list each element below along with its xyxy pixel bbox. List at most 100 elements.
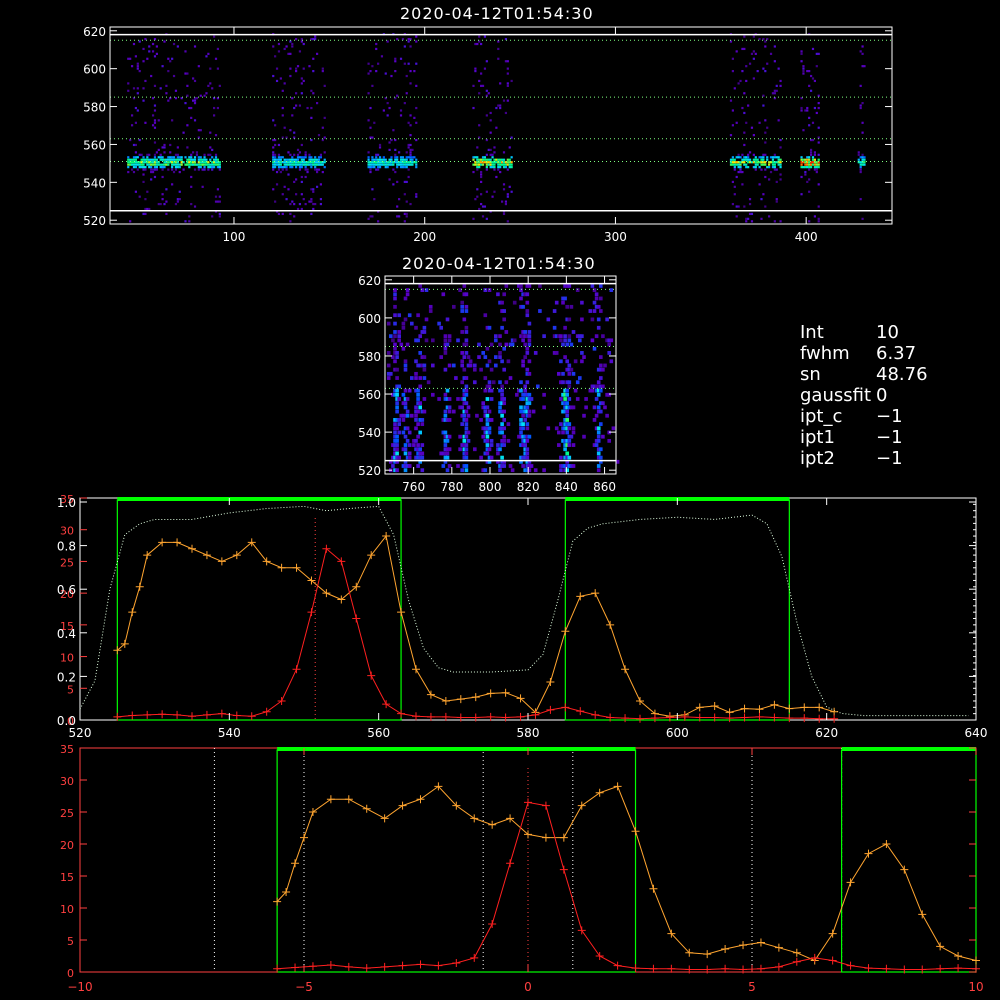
heat-cell [148, 163, 151, 166]
heat-cell [472, 84, 475, 87]
heat-cell [403, 296, 408, 301]
heat-cell [403, 45, 406, 48]
heat-cell [418, 351, 423, 355]
heat-cell [487, 148, 490, 151]
heat-cell [394, 156, 397, 159]
heat-cell [151, 97, 155, 100]
heat-cell [491, 166, 494, 169]
heat-cell [275, 163, 279, 166]
heat-cell [592, 309, 597, 313]
heat-cell [416, 409, 420, 414]
heat-cell [441, 292, 446, 297]
heat-cell [144, 79, 147, 83]
heat-cell [441, 464, 446, 468]
heat-cell [188, 106, 191, 110]
heat-cell [527, 359, 532, 364]
data-point [277, 563, 286, 572]
heat-cell [565, 413, 570, 418]
heat-cell [590, 283, 595, 288]
heat-cell [443, 413, 448, 418]
heat-cell [483, 388, 488, 393]
heat-cell [571, 443, 576, 447]
heat-cell [395, 351, 399, 355]
heat-cell [764, 40, 767, 43]
heat-cell [277, 166, 281, 169]
heat-cell [582, 413, 586, 418]
heat-cell [498, 355, 502, 359]
heat-cell [315, 158, 319, 161]
data-point [344, 962, 353, 971]
heat-cell [489, 148, 492, 151]
heat-cell [504, 166, 508, 169]
heat-cell [415, 62, 418, 65]
heat-cell [802, 72, 805, 75]
y-tick-label: 30 [60, 775, 74, 788]
heat-cell [304, 151, 307, 154]
heat-cell [172, 42, 176, 46]
heat-cell [391, 338, 395, 343]
heat-cell [136, 92, 139, 95]
heat-cell [315, 163, 319, 166]
heat-cell [195, 153, 199, 156]
data-point [792, 957, 801, 966]
heat-cell [279, 77, 282, 80]
heat-cell [588, 309, 593, 313]
heat-cell [773, 92, 776, 95]
heat-cell [447, 409, 452, 414]
spectrum-plot: 051015202530350.00.20.40.60.81.0520 540 56… [57, 493, 988, 740]
heat-cell [371, 161, 374, 164]
heat-cell [377, 158, 380, 161]
heat-cell [487, 359, 492, 364]
heat-cell [523, 384, 528, 389]
heat-cell [302, 42, 305, 46]
heat-cell [542, 468, 546, 473]
heat-cell [525, 367, 530, 372]
heat-cell [565, 451, 570, 456]
heat-cell [138, 40, 141, 43]
y-tick-label: 20 [60, 839, 74, 852]
heat-cell [395, 401, 399, 406]
heat-cell [502, 151, 506, 154]
heat-cell [493, 163, 496, 166]
heat-cell [605, 317, 609, 322]
heat-cell [599, 409, 603, 414]
heat-cell [192, 99, 195, 102]
heat-cell [394, 153, 397, 156]
heat-cell [315, 102, 319, 105]
heat-cell [779, 161, 782, 164]
heat-cell [312, 158, 315, 161]
heat-cell [464, 451, 469, 456]
data-point [972, 956, 980, 965]
heat-cell [169, 158, 172, 161]
heat-cell [472, 156, 475, 159]
heat-cell [456, 464, 460, 468]
heat-cell [806, 166, 809, 169]
heat-cell [397, 422, 402, 427]
heat-cell [146, 57, 149, 60]
heat-cell [371, 158, 374, 161]
heat-cell [478, 163, 481, 166]
heat-cell [420, 468, 425, 473]
heat-cell [756, 69, 759, 73]
info-row: Int 10 [800, 322, 928, 343]
heat-cell [496, 443, 500, 447]
heat-cell [521, 426, 525, 431]
heat-cell [317, 163, 321, 166]
heat-cell [207, 168, 210, 171]
heat-cell [859, 198, 862, 201]
heat-cell [756, 158, 759, 161]
heat-cell [739, 161, 742, 164]
heat-cell [567, 283, 572, 288]
heat-cell [289, 220, 292, 223]
heat-cell [214, 156, 218, 159]
heat-cell [314, 158, 317, 161]
heat-cell [506, 60, 509, 63]
heat-cell [502, 438, 507, 443]
heat-cell [502, 309, 507, 313]
heat-cell [811, 47, 815, 51]
heat-cell [407, 143, 410, 147]
data-point [452, 959, 461, 968]
x-tick-label: 5 [748, 980, 756, 994]
heat-cell [571, 464, 576, 468]
heat-cell [527, 409, 532, 414]
